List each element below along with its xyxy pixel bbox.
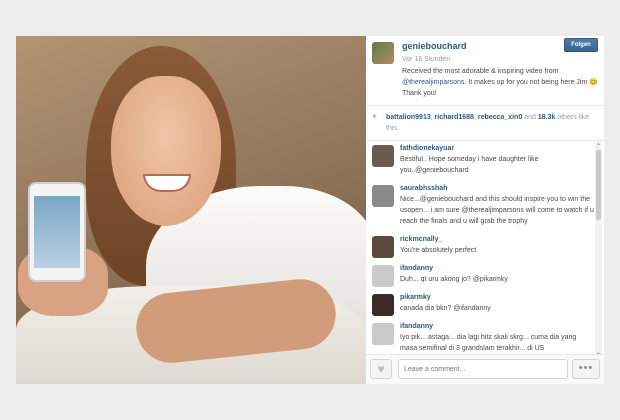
comment-text: Bestiful.. Hope someday i have daughter … (400, 156, 539, 174)
commenter-username[interactable]: saurabhsshah (400, 182, 594, 194)
liker-1[interactable]: battalion9913 (386, 114, 431, 121)
comment-item: rickmcnally_ You're absolutely perfect (366, 233, 594, 262)
post-header: geniebouchard Folgen Vor 16 Stunden Rece… (366, 36, 604, 106)
scrollbar-thumb[interactable] (596, 150, 601, 220)
commenter-avatar[interactable] (372, 265, 394, 287)
commenter-avatar[interactable] (372, 294, 394, 316)
comment-item: fathdionekayuar Bestiful.. Hope someday i… (366, 142, 594, 182)
comment-input[interactable] (398, 359, 568, 379)
comment-item: ifandanny Iyo pik... astaga... dia lagi h… (366, 320, 594, 358)
photo-face (111, 76, 221, 226)
comment-text: Iyo pik... astaga... dia lagi hitz skali… (400, 334, 577, 352)
commenter-avatar[interactable] (372, 323, 394, 345)
author-avatar[interactable] (372, 42, 394, 64)
comment-text: canada dia bkn? @ifandanny (400, 305, 491, 312)
heart-icon: ♥ (377, 362, 385, 376)
post-sidebar: geniebouchard Folgen Vor 16 Stunden Rece… (366, 36, 604, 384)
post-photo[interactable] (16, 36, 366, 384)
commenter-username[interactable]: fathdionekayuar (400, 142, 594, 154)
commenter-avatar[interactable] (372, 236, 394, 258)
commenter-username[interactable]: rickmcnally_ (400, 233, 594, 245)
comment-footer: ♥ ••• (366, 354, 604, 384)
likes-summary: ♥ battalion9913, richard1688, rebecca_xi… (366, 109, 604, 141)
comment-text: You're absolutely perfect (400, 247, 477, 254)
commenter-username[interactable]: ifandanny (400, 320, 594, 332)
commenter-username[interactable]: ifandanny (400, 262, 594, 274)
heart-icon: ♥ (372, 112, 377, 121)
comment-text: Duh... qt uru akong jo? @pikarmky (400, 276, 508, 283)
like-button[interactable]: ♥ (370, 359, 392, 379)
liker-3[interactable]: rebecca_xin0 (478, 114, 522, 121)
comments-list: fathdionekayuar Bestiful.. Hope someday i… (366, 142, 594, 358)
comments-scrollbar[interactable]: ▲ ▼ (595, 142, 602, 356)
photo-phone (28, 182, 86, 282)
comment-item: saurabhsshah Nice...@geniebouchard and th… (366, 182, 594, 233)
follow-button[interactable]: Folgen (564, 38, 598, 52)
more-options-button[interactable]: ••• (572, 359, 600, 379)
post-timestamp: Vor 16 Stunden (402, 56, 451, 63)
comment-item: ifandanny Duh... qt uru akong jo? @pikarm… (366, 262, 594, 291)
likes-count[interactable]: 18.3k (538, 114, 556, 121)
comment-text: Nice...@geniebouchard and this should in… (400, 196, 594, 225)
commenter-avatar[interactable] (372, 145, 394, 167)
comment-item: pikarmky canada dia bkn? @ifandanny (366, 291, 594, 320)
commenter-avatar[interactable] (372, 185, 394, 207)
likers-text: battalion9913, richard1688, rebecca_xin0… (386, 114, 590, 132)
caption-mention[interactable]: @therealjimparsons (402, 79, 464, 86)
commenter-username[interactable]: pikarmky (400, 291, 594, 303)
liker-2[interactable]: richard1688 (435, 114, 474, 121)
author-username[interactable]: geniebouchard (402, 41, 467, 51)
post-caption: Received the most adorable & inspiring v… (402, 68, 598, 97)
ellipsis-icon: ••• (578, 362, 594, 374)
scroll-up-icon[interactable]: ▲ (596, 142, 601, 146)
